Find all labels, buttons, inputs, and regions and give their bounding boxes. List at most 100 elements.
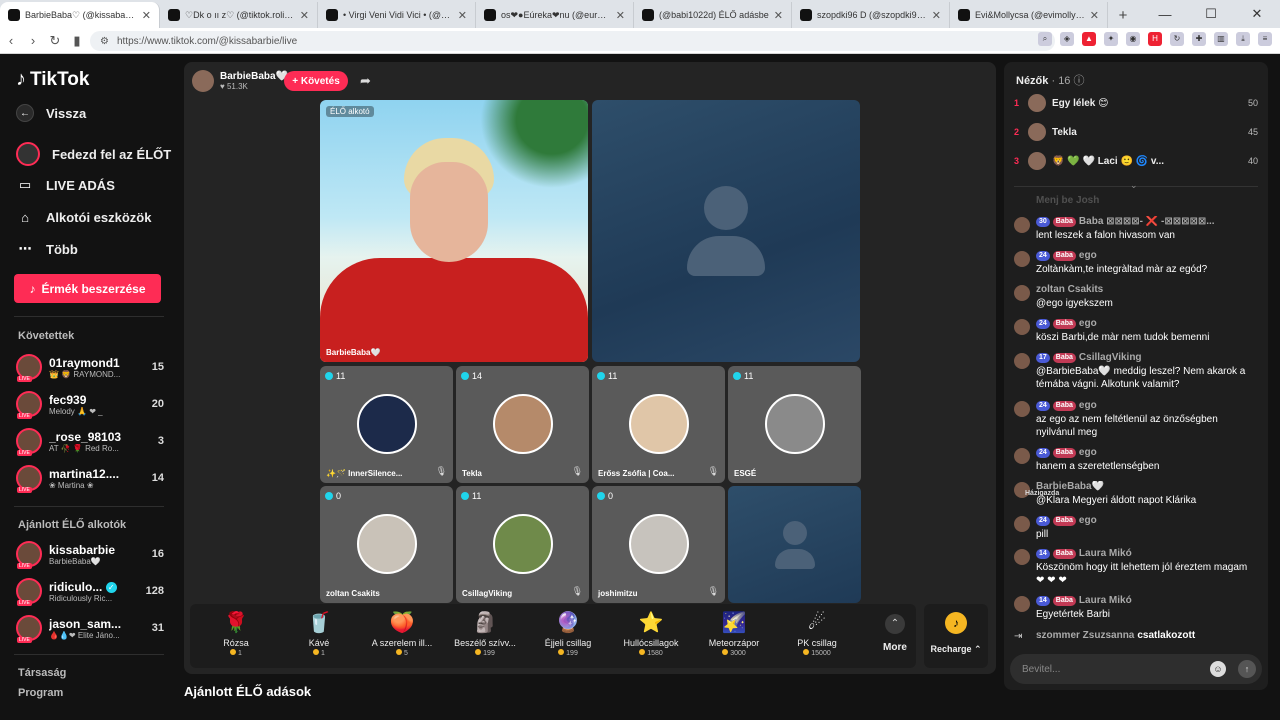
avatar[interactable] — [1014, 319, 1030, 335]
bookmark-icon[interactable]: ▮ — [66, 33, 88, 49]
account-item[interactable]: 01raymond1👑 🦁 RAYMOND... 15 — [16, 354, 164, 382]
nav-creator-tools[interactable]: ⌂ Alkotói eszközök — [16, 208, 151, 226]
close-tab-icon[interactable]: ✕ — [932, 9, 941, 22]
account-item[interactable]: _rose_98103AT 🥀 🌹 Red Ro... 3 — [16, 428, 164, 456]
guest-tile[interactable]: 11 Erőss Zsófia | Coa... 🎙 — [592, 366, 725, 483]
close-tab-icon[interactable]: ✕ — [142, 9, 151, 22]
new-tab-button[interactable]: + — [1108, 2, 1138, 28]
browser-tab[interactable]: Evi&Mollycsa (@evimolly2) ÉLŐ adás ✕ — [950, 2, 1108, 28]
close-tab-icon[interactable]: ✕ — [1090, 9, 1099, 22]
username[interactable]: ego — [1079, 250, 1097, 261]
host-avatar[interactable] — [192, 70, 214, 92]
top-viewer[interactable]: 2 Tekla 45 — [1014, 123, 1258, 141]
username[interactable]: CsillagViking — [1079, 352, 1142, 363]
sidebar-icon[interactable]: ▥ — [1214, 32, 1228, 46]
nav-live-broadcast[interactable]: ▭ LIVE ADÁS — [16, 176, 115, 194]
avatar[interactable] — [1014, 516, 1030, 532]
host-info[interactable]: BarbieBaba🤍 ♥ 51.3K — [192, 70, 288, 92]
gift-item[interactable]: 🍑 A szerelem ill... 5 — [360, 608, 444, 658]
browser-tab[interactable]: os❤●Eúreka❤nu (@eurekaeurs ✕ — [476, 2, 634, 28]
maximize-icon[interactable]: ☐ — [1188, 0, 1234, 28]
avatar[interactable] — [1014, 401, 1030, 417]
forward-icon[interactable]: › — [22, 33, 44, 48]
top-viewer[interactable]: 1 Egy lélek 😊 50 — [1014, 94, 1258, 112]
close-window-icon[interactable]: ✕ — [1234, 0, 1280, 28]
avatar[interactable] — [1014, 448, 1030, 464]
footer-link-company[interactable]: Társaság — [18, 667, 66, 679]
guest-tile[interactable]: 0 zoltan Csakits — [320, 486, 453, 603]
close-tab-icon[interactable]: ✕ — [774, 9, 783, 22]
send-icon[interactable]: ↑ — [1238, 660, 1256, 678]
username[interactable]: Laura Mikó — [1079, 595, 1132, 606]
account-item[interactable]: ridiculo... ✓Ridiculously Ric... 128 — [16, 578, 164, 606]
download-icon[interactable]: ⤓ — [1236, 32, 1250, 46]
guest-video-tile[interactable] — [592, 100, 860, 362]
url-field[interactable]: ⚙ https://www.tiktok.com/@kissabarbie/li… — [90, 31, 1055, 51]
back-link[interactable]: ← Vissza — [16, 104, 86, 122]
browser-tab[interactable]: (@babi1022d) ÉLŐ adásbe ✕ — [634, 2, 792, 28]
username[interactable]: Baba ⊠⊠⊠⊠- ❌ -⊠⊠⊠⊠⊠... — [1079, 216, 1215, 227]
gift-item[interactable]: 🔮 Éjjeli csillag 199 — [526, 608, 610, 658]
nav-more[interactable]: ⋯ Több — [16, 240, 78, 258]
guest-tile[interactable]: 11 ESGÉ — [728, 366, 861, 483]
browser-tab[interactable]: ♡Dk o ıı z♡ (@tiktok.roli) ÉLŐ adás ✕ — [160, 2, 318, 28]
chat-input[interactable]: Bevitel... ☺ ↑ — [1010, 654, 1262, 684]
username[interactable]: Laura Mikó — [1079, 548, 1132, 559]
close-tab-icon[interactable]: ✕ — [458, 9, 467, 22]
guest-tile[interactable]: 14 Tekla 🎙 — [456, 366, 589, 483]
zoom-icon[interactable]: ⌕ — [1038, 32, 1052, 46]
tiktok-logo[interactable]: ♪ TikTok — [16, 68, 89, 91]
close-tab-icon[interactable]: ✕ — [616, 9, 625, 22]
gift-item[interactable]: ☄ PK csillag 15000 — [775, 608, 859, 658]
username[interactable]: zoltan Csakits — [1036, 284, 1103, 295]
username[interactable]: ego — [1079, 447, 1097, 458]
username[interactable]: ego — [1079, 515, 1097, 526]
browser-tab[interactable]: BarbieBaba♡ (@kissabarbie ✕ — [0, 2, 160, 28]
account-item[interactable]: jason_sam...🩸💧❤ Elite Jáno... 31 — [16, 615, 164, 643]
info-icon[interactable]: ⓘ — [1074, 75, 1085, 87]
more-gifts-button[interactable]: ⌃ More — [880, 614, 910, 653]
gift-item[interactable]: 🌹 Rózsa 1 — [194, 608, 278, 658]
avatar[interactable] — [1014, 251, 1030, 267]
share-icon[interactable]: ➦ — [360, 73, 371, 89]
reload-icon[interactable]: ↻ — [44, 33, 66, 49]
extension-icon[interactable]: ↻ — [1170, 32, 1184, 46]
username[interactable]: ego — [1079, 318, 1097, 329]
extension-icon[interactable]: H — [1148, 32, 1162, 46]
account-item[interactable]: martina12....❀ Martina ❀ 14 — [16, 465, 164, 493]
browser-tab[interactable]: • Virgi Veni Vidi Vici • (@virgiveni ✕ — [318, 2, 476, 28]
guest-tile[interactable]: 11 CsillagViking 🎙 — [456, 486, 589, 603]
gift-item[interactable]: 🥤 Kávé 1 — [277, 608, 361, 658]
account-item[interactable]: fec939Melody 🙏 ❤ _ 20 — [16, 391, 164, 419]
site-info-icon[interactable]: ⚙ — [100, 36, 109, 47]
gift-item[interactable]: 🌠 Meteorzápor 3000 — [692, 608, 776, 658]
puzzle-icon[interactable]: ✚ — [1192, 32, 1206, 46]
emoji-icon[interactable]: ☺ — [1210, 661, 1226, 677]
get-coins-button[interactable]: ♪ Érmék beszerzése — [14, 274, 161, 303]
gift-item[interactable]: ⭐ Hullócsillagok 1580 — [609, 608, 693, 658]
top-viewer[interactable]: 3 🦁 💚 🤍 Laci 🙂 🌀 v... 40 — [1014, 152, 1258, 170]
empty-guest-slot[interactable] — [728, 486, 861, 603]
extension-icon[interactable]: ◉ — [1126, 32, 1140, 46]
recharge-button[interactable]: ♪ Recharge ⌃ — [924, 604, 988, 668]
account-item[interactable]: kissabarbieBarbieBaba🤍 16 — [16, 541, 164, 569]
follow-button[interactable]: + Követés — [284, 71, 348, 91]
back-icon[interactable]: ‹ — [0, 33, 22, 48]
avatar[interactable] — [1014, 285, 1030, 301]
chevron-down-icon[interactable]: ⌄ — [1130, 180, 1138, 191]
guest-tile[interactable]: 11 ✨🪄 InnerSilence... 🎙 — [320, 366, 453, 483]
footer-link-program[interactable]: Program — [18, 687, 63, 699]
main-video-tile[interactable]: ÉLŐ alkotó BarbieBaba🤍 — [320, 100, 588, 362]
minimize-icon[interactable]: — — [1142, 0, 1188, 28]
gift-item[interactable]: 🗿 Beszélő szívv... 199 — [443, 608, 527, 658]
close-tab-icon[interactable]: ✕ — [300, 9, 309, 22]
menu-icon[interactable]: ≡ — [1258, 32, 1272, 46]
nav-explore-live[interactable]: Fedezd fel az ÉLŐT — [16, 142, 171, 166]
username[interactable]: ego — [1079, 400, 1097, 411]
brave-shield-icon[interactable]: ◈ — [1060, 32, 1074, 46]
avatar[interactable] — [1014, 549, 1030, 565]
avatar[interactable] — [1014, 596, 1030, 612]
rewards-icon[interactable]: ▲ — [1082, 32, 1096, 46]
extension-icon[interactable]: ✦ — [1104, 32, 1118, 46]
avatar[interactable] — [1014, 217, 1030, 233]
